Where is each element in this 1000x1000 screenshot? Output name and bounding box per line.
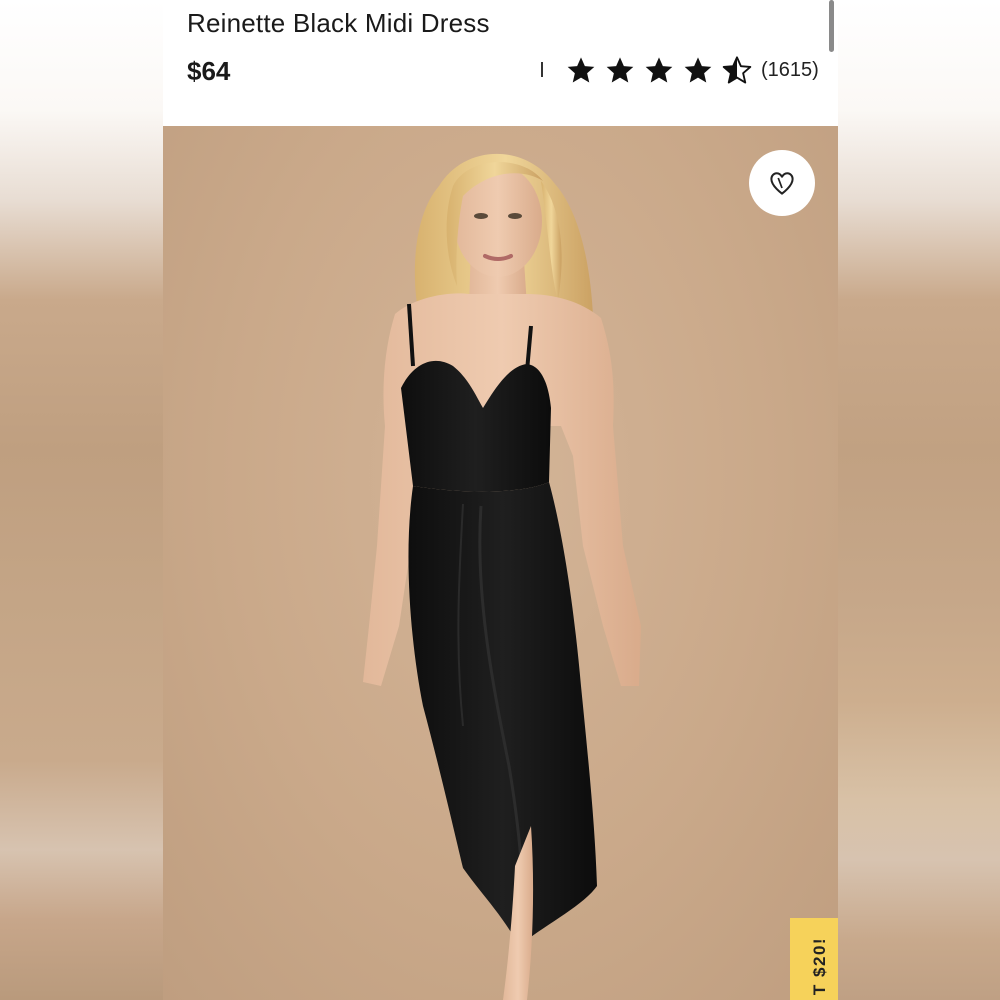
product-header: Reinette Black Midi Dress $64 (1615) (163, 0, 838, 126)
star-half-icon (721, 54, 753, 86)
product-title: Reinette Black Midi Dress (187, 8, 490, 38)
blurred-backdrop-left (0, 0, 163, 1000)
blurred-backdrop-right (838, 0, 1000, 1000)
favorite-button[interactable] (749, 150, 815, 216)
star-filled-icon (604, 54, 636, 86)
star-filled-icon (682, 54, 714, 86)
screenshot-stage: Reinette Black Midi Dress $64 (1615) T $… (0, 0, 1000, 1000)
product-page: Reinette Black Midi Dress $64 (1615) T $… (163, 0, 838, 1000)
rating-stars[interactable]: (1615) (565, 52, 819, 88)
star-filled-icon (643, 54, 675, 86)
promo-tab[interactable]: T $20! (790, 918, 838, 1000)
scrollbar-thumb[interactable] (829, 0, 834, 52)
header-divider (541, 62, 543, 77)
promo-label: T $20! (810, 936, 829, 996)
model-wearing-dress-illustration (363, 153, 641, 1000)
review-count[interactable]: (1615) (761, 59, 819, 82)
product-image[interactable]: T $20! (163, 126, 838, 1000)
product-price: $64 (187, 56, 231, 86)
star-filled-icon (565, 54, 597, 86)
heart-outline-icon (770, 172, 794, 195)
